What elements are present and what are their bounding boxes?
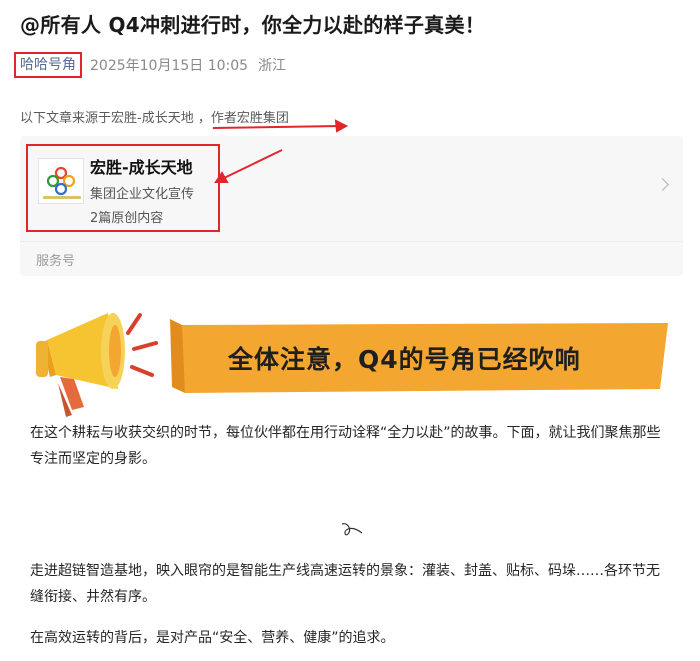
banner-text: 全体注意，Q4的号角已经吹响 [228,345,581,374]
sound-lines [126,313,158,377]
body-paragraph-2: 走进超链智造基地，映入眼帘的是智能生产线高速运转的景象：灌装、封盖、贴标、码垛…… [30,563,660,605]
source-attribution: 以下文章来源于宏胜-成长天地 ，作者宏胜集团 [20,111,289,126]
account-logo [38,158,84,204]
logo-caption-mark [43,196,81,199]
article-meta: 哈哈号角 2025年10月15日 10:05 浙江 [14,52,286,78]
article-title: @所有人 Q4冲刺进行时，你全力以赴的样子真美！ [20,13,486,37]
account-highlight-box: 宏胜-成长天地 集团企业文化宣传 2篇原创内容 [26,144,220,232]
account-description: 集团企业文化宣传 [90,187,195,202]
publish-date: 2025年10月15日 10:05 [90,58,249,74]
annotation-arrow-line [212,125,341,129]
author-link[interactable]: 哈哈号角 [14,52,82,78]
source-account-card[interactable]: 宏胜-成长天地 集团企业文化宣传 2篇原创内容 服务号 [20,136,683,276]
account-article-count: 2篇原创内容 [90,211,164,226]
chevron-right-icon[interactable] [656,178,669,191]
card-divider [20,241,683,242]
account-type-label: 服务号 [36,254,76,269]
account-name: 宏胜-成长天地 [90,158,193,177]
megaphone-icon [36,313,125,417]
divider-swirl-icon [341,523,363,536]
publish-location: 浙江 [258,58,287,74]
annotation-arrowhead [334,119,349,133]
body-paragraph-3: 在高效运转的背后，是对产品“安全、营养、健康”的追求。 [30,630,395,646]
body-paragraph-1: 在这个耕耘与收获交织的时节，每位伙伴都在用行动诠释“全力以赴”的故事。下面，就让… [30,425,661,467]
